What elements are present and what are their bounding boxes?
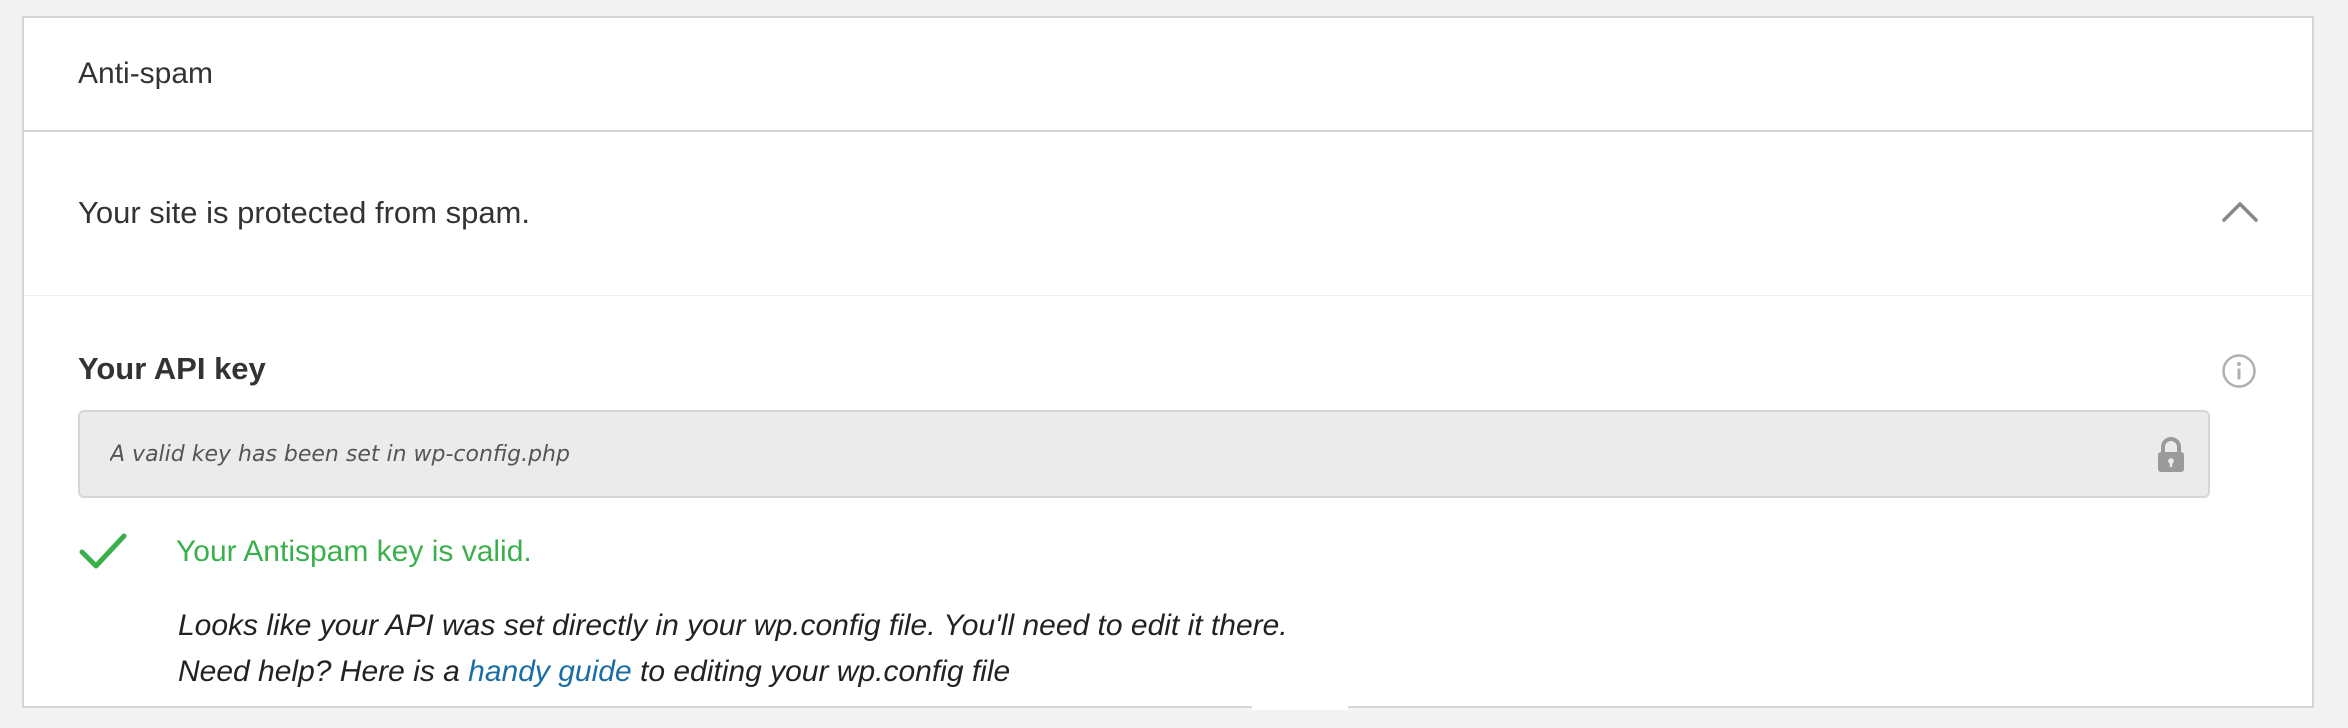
info-icon[interactable]: [2220, 352, 2258, 390]
lock-icon: [2156, 436, 2186, 474]
key-valid-message: Your Antispam key is valid.: [176, 535, 532, 568]
card-header: Anti-spam: [24, 18, 2312, 132]
chevron-up-icon[interactable]: [2212, 184, 2268, 240]
anti-spam-card: Anti-spam Your site is protected from sp…: [22, 16, 2314, 708]
help-line-2-prefix: Need help? Here is a: [178, 655, 469, 688]
card-title: Anti-spam: [78, 57, 214, 90]
api-key-label: Your API key: [78, 351, 266, 386]
bottom-divider-gap: [1252, 704, 1348, 710]
help-line-1: Looks like your API was set directly in …: [178, 609, 1288, 642]
handy-guide-link[interactable]: handy guide: [468, 655, 631, 688]
help-text: Looks like your API was set directly in …: [178, 603, 1288, 695]
checkmark-icon: [78, 530, 128, 574]
api-key-input[interactable]: [80, 412, 2208, 496]
protection-status-text: Your site is protected from spam.: [78, 195, 530, 230]
api-key-field[interactable]: [78, 410, 2210, 498]
protection-status-row[interactable]: Your site is protected from spam.: [24, 132, 2312, 296]
help-line-2: Need help? Here is a handy guide to edit…: [178, 649, 1288, 695]
help-line-2-suffix: to editing your wp.config file: [631, 655, 1011, 688]
